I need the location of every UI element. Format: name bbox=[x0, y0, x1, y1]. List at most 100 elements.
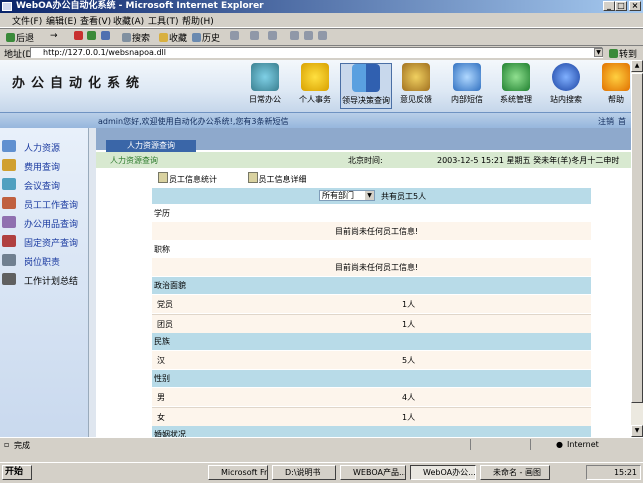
menu-file[interactable]: 文件(F) bbox=[12, 14, 42, 27]
search-button[interactable]: 搜索 bbox=[122, 31, 150, 44]
worker-icon bbox=[2, 197, 16, 209]
cell-value: 1人 bbox=[402, 413, 416, 422]
cell-value: 1人 bbox=[402, 320, 416, 329]
meeting-icon bbox=[2, 178, 16, 190]
back-arrow-icon bbox=[6, 33, 15, 42]
section-politics: 政治面貌 bbox=[154, 281, 186, 290]
duty-icon bbox=[2, 254, 16, 266]
table-row: 目前尚未任何员工信息! bbox=[152, 258, 591, 276]
nav-label: 帮助 bbox=[608, 95, 624, 104]
taskbar: 开始 Microsoft Fro... D:\说明书 WEBOA产品... We… bbox=[0, 462, 643, 483]
back-label: 后退 bbox=[16, 34, 35, 44]
link-label: 员工信息详细 bbox=[258, 175, 307, 184]
feedback-icon bbox=[402, 63, 430, 91]
print-icon bbox=[250, 31, 259, 40]
go-button[interactable]: 转到 bbox=[609, 47, 637, 60]
cell-label: 党员 bbox=[157, 300, 173, 309]
search-icon bbox=[122, 33, 131, 42]
stop-button[interactable] bbox=[74, 31, 84, 42]
beijing-time-value: 2003-12-5 15:21 星期五 癸未年(羊)冬月十二申时 bbox=[437, 156, 620, 165]
sidebar-item-hr[interactable]: 人力资源 bbox=[2, 138, 88, 154]
no-info-message: 目前尚未任何员工信息! bbox=[335, 263, 419, 272]
menu-edit[interactable]: 编辑(E) bbox=[46, 14, 77, 27]
sidebar-item-meeting[interactable]: 会议查询 bbox=[2, 176, 88, 192]
nav-leader-query[interactable]: 领导决策查询 bbox=[340, 63, 392, 109]
sidebar-item-work[interactable]: 员工工作查询 bbox=[2, 195, 88, 211]
nav-label: 日常办公 bbox=[249, 95, 281, 104]
sidebar-item-supplies[interactable]: 办公用品查询 bbox=[2, 214, 88, 230]
close-button[interactable]: × bbox=[629, 1, 641, 11]
task-folder[interactable]: D:\说明书 bbox=[272, 465, 336, 480]
table-row: 婚姻状况 bbox=[152, 426, 591, 437]
go-arrow-icon bbox=[609, 49, 618, 58]
go-label: 转到 bbox=[619, 50, 638, 60]
scroll-down-icon[interactable]: ▼ bbox=[631, 425, 643, 437]
scroll-up-icon[interactable]: ▲ bbox=[631, 60, 643, 72]
section-subtitle: 人力资源查询 bbox=[110, 156, 158, 165]
app-header: 办公自动化系统 日常办公 个人事务 领导决策查询 意见反馈 内部短信 系统管理 … bbox=[0, 60, 631, 112]
nav-site-search[interactable]: 站内搜索 bbox=[540, 63, 592, 109]
research-button[interactable] bbox=[318, 31, 328, 42]
minimize-button[interactable]: _ bbox=[603, 1, 615, 11]
department-select[interactable]: 所有部门 ▼ bbox=[319, 190, 375, 201]
sidebar-label: 员工工作查询 bbox=[24, 201, 79, 211]
print-button[interactable] bbox=[250, 31, 260, 42]
tab-hr-query[interactable]: 人力资源查询 bbox=[106, 140, 196, 152]
section-marriage: 婚姻状况 bbox=[154, 430, 186, 437]
refresh-button[interactable] bbox=[87, 31, 97, 42]
sidebar-item-expense[interactable]: 费用查询 bbox=[2, 157, 88, 173]
mail-button[interactable] bbox=[230, 31, 240, 42]
messenger-button[interactable] bbox=[304, 31, 314, 42]
nav-daily-office[interactable]: 日常办公 bbox=[239, 63, 291, 109]
search-label: 搜索 bbox=[132, 34, 151, 44]
mail-icon bbox=[230, 31, 239, 40]
edit-button[interactable] bbox=[268, 31, 278, 42]
menu-help[interactable]: 帮助(H) bbox=[182, 14, 214, 27]
vertical-scrollbar[interactable]: ▲ ▼ bbox=[631, 60, 643, 437]
table-row: 职称 bbox=[152, 241, 591, 257]
nav-help[interactable]: 帮助 bbox=[590, 63, 631, 109]
magnifier-icon bbox=[453, 63, 481, 91]
table-row: 政治面貌 bbox=[152, 277, 591, 294]
sidebar-item-assets[interactable]: 固定资产查询 bbox=[2, 233, 88, 249]
scroll-thumb[interactable] bbox=[631, 73, 643, 403]
nav-personal[interactable]: 个人事务 bbox=[289, 63, 341, 109]
home-icon bbox=[101, 31, 110, 40]
maximize-button[interactable]: □ bbox=[615, 1, 627, 11]
menu-favorites[interactable]: 收藏(A) bbox=[113, 14, 144, 27]
discuss-icon bbox=[290, 31, 299, 40]
task-weboa-product[interactable]: WEBOA产品... bbox=[340, 465, 406, 480]
history-button[interactable]: 历史 bbox=[192, 31, 220, 44]
sidebar-item-plan[interactable]: 工作计划总结 bbox=[2, 271, 88, 287]
forward-button[interactable]: → bbox=[50, 31, 58, 41]
back-button[interactable]: 后退 bbox=[6, 31, 34, 44]
task-weboa-office[interactable]: WebOA办公... bbox=[410, 465, 476, 480]
nav-messages[interactable]: 内部短信 bbox=[441, 63, 493, 109]
link-employee-detail[interactable]: 员工信息详细 bbox=[247, 172, 321, 185]
favorites-button[interactable]: 收藏 bbox=[159, 31, 187, 44]
address-dropdown-icon[interactable]: ▼ bbox=[594, 48, 603, 57]
menu-tools[interactable]: 工具(T) bbox=[148, 14, 179, 27]
menu-view[interactable]: 查看(V) bbox=[80, 14, 111, 27]
cell-label: 团员 bbox=[157, 320, 173, 329]
detail-icon bbox=[247, 172, 258, 183]
title-bar: WebOA办公自动化系统 - Microsoft Internet Explor… bbox=[0, 0, 643, 13]
nav-system[interactable]: 系统管理 bbox=[490, 63, 542, 109]
address-input[interactable]: http://127.0.0.1/websnapoa.dll bbox=[30, 47, 603, 58]
status-done-icon: ▫ bbox=[4, 440, 10, 449]
address-bar: 地址(D) http://127.0.0.1/websnapoa.dll ▼ 转… bbox=[0, 45, 643, 60]
link-employee-stats[interactable]: 员工信息统计 bbox=[158, 172, 231, 185]
home-button[interactable] bbox=[101, 31, 111, 42]
start-button[interactable]: 开始 bbox=[2, 465, 32, 480]
task-paint[interactable]: 未命名 - 画图 bbox=[480, 465, 550, 480]
nav-feedback[interactable]: 意见反馈 bbox=[390, 63, 442, 109]
supplies-icon bbox=[2, 216, 16, 228]
assets-icon bbox=[2, 235, 16, 247]
welcome-text: admin您好,欢迎使用自动化办公系统!,您有3条新短信 bbox=[98, 117, 289, 126]
logout-link[interactable]: 注销 bbox=[598, 116, 614, 127]
menu-bar: 文件(F) 编辑(E) 查看(V) 收藏(A) 工具(T) 帮助(H) bbox=[0, 13, 643, 28]
stop-icon bbox=[74, 31, 83, 40]
task-frontpage[interactable]: Microsoft Fro... bbox=[208, 465, 268, 480]
discuss-button[interactable] bbox=[290, 31, 300, 42]
sidebar-item-duty[interactable]: 岗位职责 bbox=[2, 252, 88, 268]
